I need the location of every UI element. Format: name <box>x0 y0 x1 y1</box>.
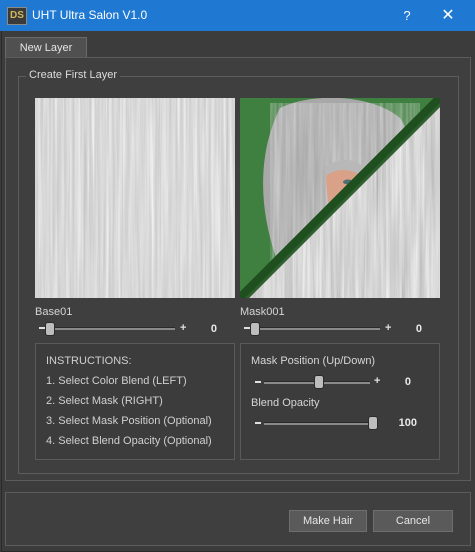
group-title: Create First Layer <box>26 69 121 81</box>
tab-bar: New Layer <box>5 36 470 58</box>
instruction-step: 4. Select Blend Opacity (Optional) <box>46 435 212 447</box>
cancel-button[interactable]: Cancel <box>373 510 453 532</box>
base-slider-track[interactable] <box>47 327 175 330</box>
blend-opacity-label: Blend Opacity <box>251 397 320 409</box>
title-bar: DS UHT Ultra Salon V1.0 ? ✕ <box>0 0 475 31</box>
window-title: UHT Ultra Salon V1.0 <box>32 8 148 22</box>
blend-opacity-minus-icon[interactable] <box>255 422 261 424</box>
help-button[interactable]: ? <box>392 5 422 27</box>
mask-value: 0 <box>415 323 422 335</box>
mask-position-label: Mask Position (Up/Down) <box>251 355 376 367</box>
mask-slider-thumb[interactable] <box>250 322 260 336</box>
mask-position-value: 0 <box>404 376 411 388</box>
blend-opacity-value: 100 <box>398 417 417 429</box>
instruction-step: 1. Select Color Blend (LEFT) <box>46 375 187 387</box>
mask-slider-track[interactable] <box>252 327 380 330</box>
blend-opacity-slider-track[interactable] <box>264 422 372 425</box>
make-hair-button[interactable]: Make Hair <box>289 510 367 532</box>
mask-preview[interactable] <box>240 98 440 298</box>
mask-position-plus-icon[interactable]: + <box>374 376 380 387</box>
mask-position-slider-thumb[interactable] <box>314 375 324 389</box>
mask-position-minus-icon[interactable] <box>255 381 261 383</box>
instruction-step: 2. Select Mask (RIGHT) <box>46 395 163 407</box>
base-value: 0 <box>210 323 217 335</box>
base-texture-preview[interactable] <box>35 98 235 298</box>
blend-opacity-slider-thumb[interactable] <box>368 416 378 430</box>
base-slider-thumb[interactable] <box>45 322 55 336</box>
base-label: Base01 <box>35 306 73 318</box>
mask-label: Mask001 <box>240 306 285 318</box>
instructions-heading: INSTRUCTIONS: <box>46 355 132 367</box>
app-logo-icon: DS <box>7 7 27 25</box>
tab-new-layer[interactable]: New Layer <box>5 37 87 58</box>
base-plus-icon[interactable]: + <box>180 323 186 334</box>
close-button[interactable]: ✕ <box>428 4 468 28</box>
mask-image <box>240 98 440 298</box>
base-texture-image <box>35 98 235 298</box>
instruction-step: 3. Select Mask Position (Optional) <box>46 415 212 427</box>
mask-plus-icon[interactable]: + <box>385 323 391 334</box>
